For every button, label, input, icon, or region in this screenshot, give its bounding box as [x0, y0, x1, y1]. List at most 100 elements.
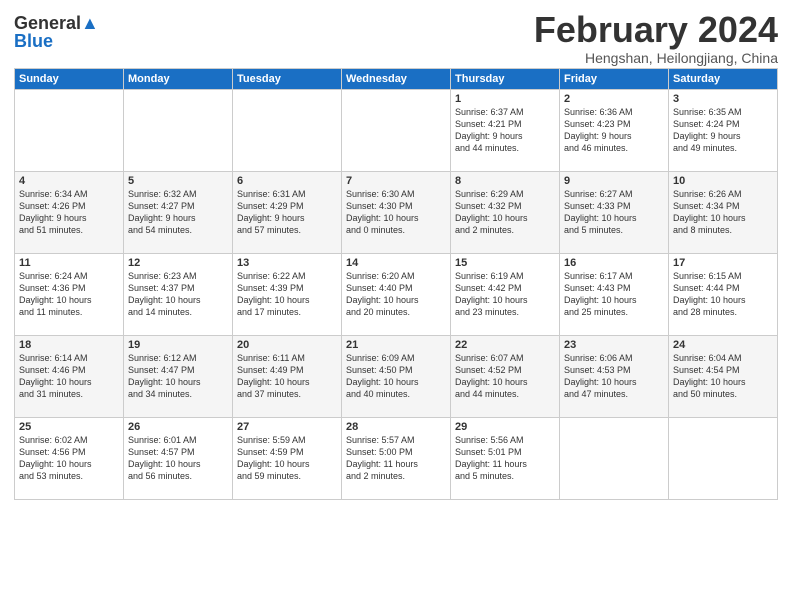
calendar-week-3: 11Sunrise: 6:24 AM Sunset: 4:36 PM Dayli…: [15, 253, 778, 335]
day-number: 20: [237, 339, 337, 351]
day-content: Sunrise: 6:27 AM Sunset: 4:33 PM Dayligh…: [564, 188, 664, 237]
month-title: February 2024: [534, 10, 778, 50]
day-content: Sunrise: 6:22 AM Sunset: 4:39 PM Dayligh…: [237, 270, 337, 319]
day-content: Sunrise: 6:11 AM Sunset: 4:49 PM Dayligh…: [237, 352, 337, 401]
calendar-cell: 25Sunrise: 6:02 AM Sunset: 4:56 PM Dayli…: [15, 417, 124, 499]
calendar-cell: 1Sunrise: 6:37 AM Sunset: 4:21 PM Daylig…: [451, 89, 560, 171]
day-number: 9: [564, 175, 664, 187]
calendar-cell: 9Sunrise: 6:27 AM Sunset: 4:33 PM Daylig…: [560, 171, 669, 253]
calendar-cell: 27Sunrise: 5:59 AM Sunset: 4:59 PM Dayli…: [233, 417, 342, 499]
calendar-cell: 11Sunrise: 6:24 AM Sunset: 4:36 PM Dayli…: [15, 253, 124, 335]
calendar-table: Sunday Monday Tuesday Wednesday Thursday…: [14, 68, 778, 500]
day-number: 11: [19, 257, 119, 269]
calendar-cell: [560, 417, 669, 499]
day-content: Sunrise: 6:02 AM Sunset: 4:56 PM Dayligh…: [19, 434, 119, 483]
calendar-cell: 14Sunrise: 6:20 AM Sunset: 4:40 PM Dayli…: [342, 253, 451, 335]
day-number: 21: [346, 339, 446, 351]
day-number: 24: [673, 339, 773, 351]
day-number: 14: [346, 257, 446, 269]
calendar-cell: [124, 89, 233, 171]
day-number: 29: [455, 421, 555, 433]
calendar-cell: 17Sunrise: 6:15 AM Sunset: 4:44 PM Dayli…: [669, 253, 778, 335]
day-number: 12: [128, 257, 228, 269]
col-monday: Monday: [124, 68, 233, 89]
header-row: Sunday Monday Tuesday Wednesday Thursday…: [15, 68, 778, 89]
day-content: Sunrise: 6:23 AM Sunset: 4:37 PM Dayligh…: [128, 270, 228, 319]
day-number: 16: [564, 257, 664, 269]
calendar-cell: 21Sunrise: 6:09 AM Sunset: 4:50 PM Dayli…: [342, 335, 451, 417]
calendar-cell: 28Sunrise: 5:57 AM Sunset: 5:00 PM Dayli…: [342, 417, 451, 499]
logo-line2: Blue: [14, 32, 99, 52]
day-number: 7: [346, 175, 446, 187]
day-content: Sunrise: 6:15 AM Sunset: 4:44 PM Dayligh…: [673, 270, 773, 319]
calendar-cell: [15, 89, 124, 171]
day-number: 6: [237, 175, 337, 187]
calendar-cell: 15Sunrise: 6:19 AM Sunset: 4:42 PM Dayli…: [451, 253, 560, 335]
calendar-cell: 29Sunrise: 5:56 AM Sunset: 5:01 PM Dayli…: [451, 417, 560, 499]
calendar-cell: 22Sunrise: 6:07 AM Sunset: 4:52 PM Dayli…: [451, 335, 560, 417]
calendar-week-5: 25Sunrise: 6:02 AM Sunset: 4:56 PM Dayli…: [15, 417, 778, 499]
calendar-cell: 23Sunrise: 6:06 AM Sunset: 4:53 PM Dayli…: [560, 335, 669, 417]
day-number: 4: [19, 175, 119, 187]
logo: General▲ Blue: [14, 14, 99, 52]
calendar-cell: 12Sunrise: 6:23 AM Sunset: 4:37 PM Dayli…: [124, 253, 233, 335]
calendar-cell: 2Sunrise: 6:36 AM Sunset: 4:23 PM Daylig…: [560, 89, 669, 171]
day-content: Sunrise: 6:06 AM Sunset: 4:53 PM Dayligh…: [564, 352, 664, 401]
day-number: 18: [19, 339, 119, 351]
day-content: Sunrise: 6:04 AM Sunset: 4:54 PM Dayligh…: [673, 352, 773, 401]
calendar-cell: 6Sunrise: 6:31 AM Sunset: 4:29 PM Daylig…: [233, 171, 342, 253]
day-number: 15: [455, 257, 555, 269]
calendar-cell: [342, 89, 451, 171]
day-number: 28: [346, 421, 446, 433]
calendar-cell: 7Sunrise: 6:30 AM Sunset: 4:30 PM Daylig…: [342, 171, 451, 253]
calendar-cell: [233, 89, 342, 171]
calendar-cell: 8Sunrise: 6:29 AM Sunset: 4:32 PM Daylig…: [451, 171, 560, 253]
day-number: 10: [673, 175, 773, 187]
day-content: Sunrise: 6:35 AM Sunset: 4:24 PM Dayligh…: [673, 106, 773, 155]
day-number: 17: [673, 257, 773, 269]
day-content: Sunrise: 6:19 AM Sunset: 4:42 PM Dayligh…: [455, 270, 555, 319]
day-content: Sunrise: 6:07 AM Sunset: 4:52 PM Dayligh…: [455, 352, 555, 401]
day-content: Sunrise: 6:36 AM Sunset: 4:23 PM Dayligh…: [564, 106, 664, 155]
day-number: 13: [237, 257, 337, 269]
day-number: 3: [673, 93, 773, 105]
calendar-week-4: 18Sunrise: 6:14 AM Sunset: 4:46 PM Dayli…: [15, 335, 778, 417]
day-content: Sunrise: 6:12 AM Sunset: 4:47 PM Dayligh…: [128, 352, 228, 401]
calendar-cell: 19Sunrise: 6:12 AM Sunset: 4:47 PM Dayli…: [124, 335, 233, 417]
col-friday: Friday: [560, 68, 669, 89]
calendar-container: General▲ Blue February 2024 Hengshan, He…: [0, 0, 792, 506]
calendar-cell: 24Sunrise: 6:04 AM Sunset: 4:54 PM Dayli…: [669, 335, 778, 417]
calendar-cell: 13Sunrise: 6:22 AM Sunset: 4:39 PM Dayli…: [233, 253, 342, 335]
day-content: Sunrise: 6:29 AM Sunset: 4:32 PM Dayligh…: [455, 188, 555, 237]
day-content: Sunrise: 6:20 AM Sunset: 4:40 PM Dayligh…: [346, 270, 446, 319]
day-number: 8: [455, 175, 555, 187]
day-content: Sunrise: 6:31 AM Sunset: 4:29 PM Dayligh…: [237, 188, 337, 237]
calendar-cell: 16Sunrise: 6:17 AM Sunset: 4:43 PM Dayli…: [560, 253, 669, 335]
calendar-week-2: 4Sunrise: 6:34 AM Sunset: 4:26 PM Daylig…: [15, 171, 778, 253]
day-number: 23: [564, 339, 664, 351]
day-content: Sunrise: 5:57 AM Sunset: 5:00 PM Dayligh…: [346, 434, 446, 483]
day-content: Sunrise: 6:01 AM Sunset: 4:57 PM Dayligh…: [128, 434, 228, 483]
calendar-cell: 26Sunrise: 6:01 AM Sunset: 4:57 PM Dayli…: [124, 417, 233, 499]
day-content: Sunrise: 6:30 AM Sunset: 4:30 PM Dayligh…: [346, 188, 446, 237]
day-content: Sunrise: 6:14 AM Sunset: 4:46 PM Dayligh…: [19, 352, 119, 401]
calendar-cell: 5Sunrise: 6:32 AM Sunset: 4:27 PM Daylig…: [124, 171, 233, 253]
day-content: Sunrise: 6:34 AM Sunset: 4:26 PM Dayligh…: [19, 188, 119, 237]
calendar-cell: 4Sunrise: 6:34 AM Sunset: 4:26 PM Daylig…: [15, 171, 124, 253]
calendar-cell: 18Sunrise: 6:14 AM Sunset: 4:46 PM Dayli…: [15, 335, 124, 417]
calendar-cell: [669, 417, 778, 499]
col-wednesday: Wednesday: [342, 68, 451, 89]
subtitle: Hengshan, Heilongjiang, China: [534, 50, 778, 66]
day-content: Sunrise: 6:32 AM Sunset: 4:27 PM Dayligh…: [128, 188, 228, 237]
header: General▲ Blue February 2024 Hengshan, He…: [14, 10, 778, 66]
day-number: 26: [128, 421, 228, 433]
day-number: 27: [237, 421, 337, 433]
day-number: 2: [564, 93, 664, 105]
day-content: Sunrise: 6:37 AM Sunset: 4:21 PM Dayligh…: [455, 106, 555, 155]
calendar-cell: 3Sunrise: 6:35 AM Sunset: 4:24 PM Daylig…: [669, 89, 778, 171]
calendar-cell: 10Sunrise: 6:26 AM Sunset: 4:34 PM Dayli…: [669, 171, 778, 253]
day-number: 5: [128, 175, 228, 187]
day-number: 1: [455, 93, 555, 105]
day-content: Sunrise: 6:09 AM Sunset: 4:50 PM Dayligh…: [346, 352, 446, 401]
day-content: Sunrise: 5:56 AM Sunset: 5:01 PM Dayligh…: [455, 434, 555, 483]
